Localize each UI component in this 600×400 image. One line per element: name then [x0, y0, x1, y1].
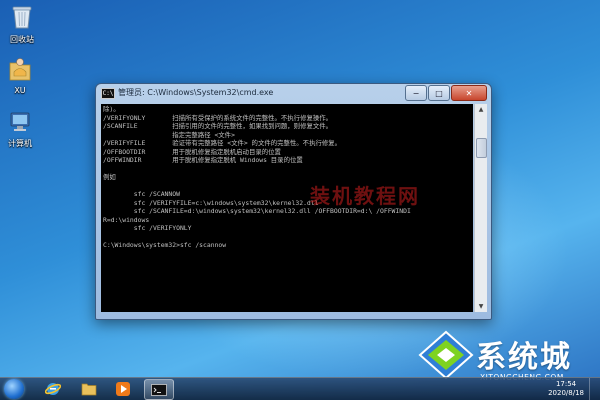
- taskbar-item-ie[interactable]: [40, 379, 66, 398]
- window-controls: − □ ✕: [405, 85, 487, 101]
- console-line: R=d:\windows: [103, 215, 150, 224]
- desktop-icon-label: 计算机: [8, 139, 32, 148]
- recycle-bin-icon: [0, 4, 52, 32]
- console-line: /VERIFYONLY 扫描所有受保护的系统文件的完整性。不执行修复操作。: [103, 113, 333, 122]
- command-prompt-icon: [151, 383, 167, 396]
- cmd-icon: C:\: [101, 88, 115, 99]
- clock-time: 17:54: [555, 380, 577, 388]
- taskbar-item-media-player[interactable]: [110, 379, 136, 398]
- close-button[interactable]: ✕: [451, 85, 487, 101]
- console-line: /OFFWINDIR 用于脱机修复指定脱机 Windows 目录的位置: [103, 156, 303, 164]
- console-line: 指定完整路径 <文件>: [103, 130, 235, 139]
- system-clock[interactable]: 17:54 2020/8/18: [548, 380, 584, 398]
- console-line: /VERIFYFILE 验证带有完整路径 <文件> 的文件的完整性。不执行修复。: [103, 139, 342, 147]
- start-button[interactable]: [4, 379, 24, 399]
- show-desktop-button[interactable]: [589, 378, 600, 400]
- desktop-icon-label: 回收站: [10, 35, 34, 44]
- brand-mark-icon: [418, 330, 474, 380]
- media-player-icon: [116, 381, 130, 396]
- scroll-up-icon[interactable]: ▲: [475, 104, 487, 115]
- cmd-window[interactable]: C:\ 管理员: C:\Windows\System32\cmd.exe − □…: [95, 83, 492, 320]
- maximize-button[interactable]: □: [428, 85, 450, 101]
- scroll-down-icon[interactable]: ▼: [475, 301, 487, 312]
- taskbar: 17:54 2020/8/18: [0, 377, 600, 400]
- console-line: /OFFBOOTDIR 用于脱机修复指定脱机启动目录的位置: [103, 147, 281, 156]
- folder-icon: [81, 383, 97, 395]
- window-titlebar[interactable]: C:\ 管理员: C:\Windows\System32\cmd.exe − □…: [96, 84, 491, 102]
- vertical-scrollbar[interactable]: ▲ ▼: [474, 104, 487, 312]
- desktop-icon-computer[interactable]: 计算机: [0, 110, 50, 149]
- clock-date: 2020/8/18: [548, 389, 584, 397]
- brand-name: 系统城: [476, 340, 572, 375]
- desktop-icon-label: XU: [14, 86, 26, 95]
- console-line: sfc /VERIFYONLY: [103, 224, 192, 232]
- console-line: /SCANFILE 扫描引用的文件的完整性，如果找到问题，则修复文件。: [103, 122, 333, 130]
- internet-explorer-icon: [45, 382, 61, 395]
- console-line: C:\Windows\system32>sfc /scannow: [103, 241, 227, 249]
- console-line: 除)。: [103, 105, 120, 113]
- desktop-icon-recycle-bin[interactable]: 回收站: [0, 4, 52, 45]
- computer-icon: [0, 110, 50, 136]
- console-text: 除)。/VERIFYONLY 扫描所有受保护的系统文件的完整性。不执行修复操作。…: [101, 104, 473, 251]
- scrollbar-thumb[interactable]: [476, 138, 487, 158]
- user-folder-icon: [0, 56, 50, 84]
- minimize-button[interactable]: −: [405, 85, 427, 101]
- taskbar-item-cmd[interactable]: [144, 379, 174, 400]
- taskbar-item-explorer[interactable]: [76, 379, 102, 398]
- overlay-watermark: 装机教程网: [310, 184, 420, 208]
- desktop-icon-user-folder[interactable]: XU: [0, 56, 50, 95]
- window-title: 管理员: C:\Windows\System32\cmd.exe: [118, 88, 274, 97]
